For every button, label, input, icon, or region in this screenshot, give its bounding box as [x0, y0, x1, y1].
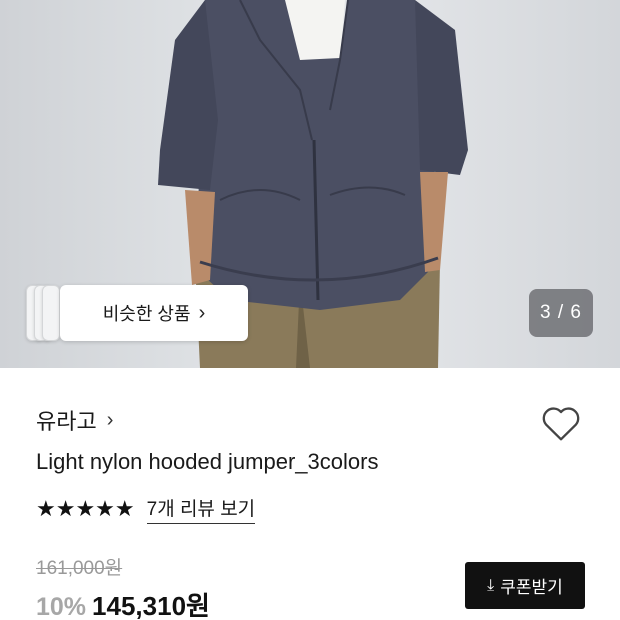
brand-name: 유라고	[36, 409, 97, 434]
original-price: 161,000원	[36, 558, 123, 579]
coupon-button[interactable]: ⤓ 쿠폰받기	[465, 562, 585, 609]
sale-price: 145,310원	[92, 591, 210, 620]
discount-rate: 10%	[36, 593, 87, 620]
similar-products-button[interactable]: 비슷한 상품 ›	[60, 285, 248, 341]
star-rating-icon: ★★★★★	[36, 496, 135, 521]
review-link[interactable]: 7개 리뷰 보기	[146, 494, 256, 524]
similar-products[interactable]: 비슷한 상품 ›	[26, 285, 248, 341]
product-title: Light nylon hooded jumper_3colors	[36, 449, 379, 474]
price-row: 10% 145,310원	[36, 586, 210, 620]
coupon-label: 쿠폰받기	[500, 578, 563, 597]
chevron-right-icon: ›	[106, 408, 114, 431]
chevron-right-icon: ›	[198, 301, 206, 324]
heart-icon[interactable]	[538, 400, 584, 446]
rating-row: ★★★★★ 7개 리뷰 보기	[36, 494, 256, 524]
similar-thumbnail	[42, 285, 60, 341]
brand-link[interactable]: 유라고 ›	[36, 404, 113, 436]
image-counter: 3 / 6	[529, 289, 593, 337]
download-icon: ⤓	[487, 576, 495, 594]
similar-products-label: 비슷한 상품	[102, 304, 191, 324]
